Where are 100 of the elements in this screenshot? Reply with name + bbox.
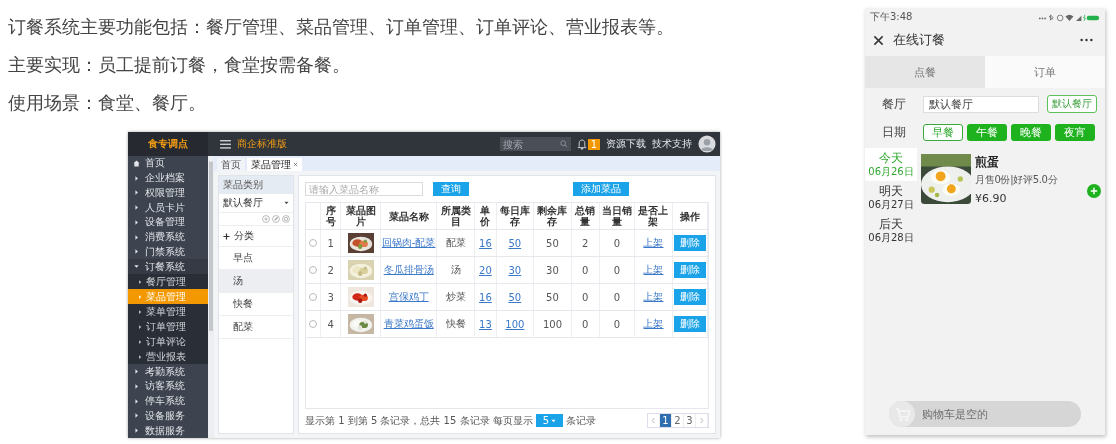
restaurant-select[interactable]: 默认餐厅	[219, 194, 293, 213]
price-link[interactable]: 13	[479, 318, 492, 330]
tree-item[interactable]: 汤	[219, 270, 293, 293]
day-item[interactable]: 后天 06月28日	[865, 214, 917, 247]
column-header: 操作	[672, 203, 708, 230]
scrollbar[interactable]	[208, 156, 214, 438]
caret-icon	[137, 308, 143, 315]
stock-link[interactable]: 30	[508, 264, 522, 276]
edit-icon[interactable]	[272, 215, 280, 223]
page-tab[interactable]: 首页	[217, 158, 245, 171]
delete-button[interactable]: 删除	[673, 289, 706, 305]
listing-link[interactable]: 上架	[643, 264, 664, 275]
sidebar-item[interactable]: 订餐系统	[128, 259, 208, 275]
meal-button[interactable]: 早餐	[923, 123, 963, 141]
stock-link[interactable]: 100	[505, 318, 525, 330]
table-cell: 0	[571, 256, 600, 284]
table-cell: 1	[320, 229, 341, 257]
table-cell: 0	[599, 256, 635, 284]
sidebar-item[interactable]: 企业档案	[128, 170, 208, 186]
intro-text: 使用场景：食堂、餐厅。	[8, 91, 207, 115]
submenu-item[interactable]: 菜单管理	[128, 304, 208, 320]
listing-link[interactable]: 上架	[643, 291, 664, 302]
previous-page-button[interactable]	[648, 414, 660, 427]
sidebar-item[interactable]: 停车系统	[128, 393, 208, 409]
page-button[interactable]: 1	[660, 414, 672, 427]
delete-button[interactable]: 删除	[673, 262, 706, 278]
page-button[interactable]: 2	[672, 414, 684, 427]
cart-bar[interactable]: 购物车是空的	[889, 401, 1081, 427]
sidebar-item[interactable]: 人员卡片	[128, 200, 208, 216]
submenu-item[interactable]: 订单评论	[128, 334, 208, 350]
day-item[interactable]: 今天 06月26日	[865, 148, 917, 181]
listing-link[interactable]: 上架	[643, 237, 664, 248]
header-link[interactable]: 技术支持	[652, 137, 692, 151]
caret-icon	[137, 338, 143, 345]
header-link[interactable]: 资源下载	[606, 137, 646, 151]
sidebar-item[interactable]: 考勤系统	[128, 364, 208, 379]
default-restaurant-button[interactable]: 默认餐厅	[1047, 95, 1097, 113]
caret-icon	[284, 201, 289, 205]
day-item[interactable]: 明天 06月27日	[865, 181, 917, 214]
sidebar-item[interactable]: 访客系统	[128, 378, 208, 394]
price-link[interactable]: 20	[479, 264, 492, 276]
page-tab[interactable]: 菜品管理	[247, 158, 302, 171]
sidebar-item[interactable]: 权限管理	[128, 185, 208, 201]
row-radio[interactable]	[309, 292, 317, 301]
sidebar-item[interactable]: 设备服务	[128, 408, 208, 424]
row-radio[interactable]	[309, 238, 317, 247]
price-link[interactable]: 16	[479, 237, 492, 249]
dish-name-link[interactable]: 回锅肉-配菜	[381, 237, 436, 248]
row-radio[interactable]	[309, 265, 317, 274]
caret-icon	[551, 418, 557, 423]
more-icon[interactable]	[1080, 38, 1093, 42]
row-radio[interactable]	[309, 319, 317, 328]
meal-button[interactable]: 晚餐	[1011, 123, 1051, 141]
records-suffix: 条记录	[566, 413, 597, 428]
plus-icon	[223, 232, 230, 240]
add-icon[interactable]	[262, 215, 270, 223]
meal-button[interactable]: 午餐	[967, 123, 1007, 141]
stock-link[interactable]: 50	[508, 237, 522, 249]
submenu-item[interactable]: 订单管理	[128, 319, 208, 335]
stock-link[interactable]: 50	[508, 291, 522, 303]
table-cell: 0	[571, 283, 600, 311]
submenu-item[interactable]: 餐厅管理	[128, 274, 208, 290]
chevron-left-icon	[651, 417, 656, 424]
search-field[interactable]: 搜索	[499, 137, 571, 151]
search-field[interactable]: 请输入菜品名称	[305, 182, 423, 196]
table-cell: 炒菜	[436, 283, 475, 311]
price-link[interactable]: 16	[479, 291, 492, 303]
close-icon[interactable]	[873, 34, 884, 46]
listing-link[interactable]: 上架	[643, 318, 664, 329]
tree-item[interactable]: 快餐	[219, 293, 293, 316]
dish-name-link[interactable]: 青菜鸡蛋饭	[383, 318, 434, 329]
delete-icon[interactable]	[282, 215, 290, 223]
field-label: 日期	[881, 123, 907, 141]
delete-button[interactable]: 删除	[673, 235, 706, 251]
tree-item[interactable]: 配菜	[219, 316, 293, 339]
submenu-item[interactable]: 营业报表	[128, 349, 208, 365]
bell-icon[interactable]	[576, 138, 587, 150]
query-button[interactable]: 查询	[433, 182, 469, 196]
delete-button[interactable]: 删除	[673, 316, 706, 332]
page-button[interactable]: 3	[684, 414, 696, 427]
order-tab[interactable]: 点餐	[865, 56, 985, 88]
sidebar-item[interactable]: 设备管理	[128, 215, 208, 230]
sidebar-item[interactable]: 消费系统	[128, 229, 208, 245]
sidebar-item[interactable]: 门禁系统	[128, 244, 208, 260]
avatar-icon[interactable]	[698, 135, 716, 153]
order-tab[interactable]: 订单	[985, 56, 1105, 88]
add-dish-button[interactable]: 添加菜品	[573, 182, 629, 196]
add-button[interactable]	[1087, 184, 1101, 198]
sidebar-item[interactable]: 首页	[128, 156, 208, 171]
restaurant-field[interactable]: 默认餐厅	[923, 95, 1039, 113]
caret-icon	[137, 323, 143, 330]
sidebar-item[interactable]: 数据服务	[128, 423, 208, 438]
dish-name-link[interactable]: 宫保鸡丁	[388, 291, 429, 302]
tree-item[interactable]: 分类	[219, 225, 293, 247]
menu-icon[interactable]	[220, 139, 231, 149]
page-size-select[interactable]: 5	[535, 414, 564, 427]
meal-button[interactable]: 夜宵	[1055, 123, 1095, 141]
records-summary: 显示第 1 到第 5 条记录，总共 15 条记录 每页显示	[305, 413, 533, 428]
intro-text: 订餐系统主要功能包括：餐厅管理、菜品管理、订单管理、订单评论、营业报表等。	[8, 15, 675, 39]
dish-name-link[interactable]: 冬瓜排骨汤	[383, 264, 434, 275]
